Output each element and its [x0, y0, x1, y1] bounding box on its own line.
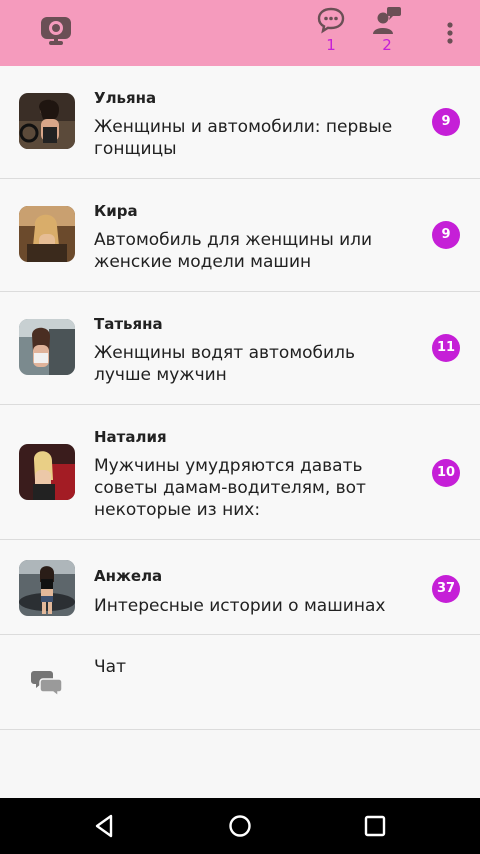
- contact-name: Наталия: [94, 428, 167, 446]
- back-icon[interactable]: [91, 812, 119, 840]
- message-preview: Автомобиль для женщины или женские модел…: [94, 230, 373, 272]
- contacts-count: 2: [382, 36, 392, 54]
- messages-button[interactable]: 1: [313, 6, 349, 62]
- message-preview: Женщины водят автомобиль лучше мужчин: [94, 343, 355, 385]
- conversation-list: Ульяна Женщины и автомобили: первые гонщ…: [0, 66, 480, 730]
- unread-badge: 37: [432, 575, 460, 603]
- avatar: [19, 93, 75, 149]
- recents-icon[interactable]: [361, 812, 389, 840]
- list-item[interactable]: Наталия Мужчины умудряются давать советы…: [0, 405, 480, 540]
- webcam-logo-icon[interactable]: [38, 14, 74, 50]
- chat-bubble-icon: [317, 7, 345, 34]
- contacts-icon: [373, 7, 401, 34]
- message-preview: Мужчины умудряются давать советы дамам-в…: [94, 456, 366, 520]
- message-preview: Женщины и автомобили: первые гонщицы: [94, 117, 393, 159]
- avatar: [19, 319, 75, 375]
- avatar: [19, 444, 75, 500]
- contact-name: Кира: [94, 202, 138, 220]
- message-preview: Интересные истории о машинах: [94, 596, 386, 616]
- home-icon[interactable]: [226, 812, 254, 840]
- overflow-menu-icon[interactable]: [440, 18, 460, 48]
- list-item[interactable]: Анжела Интересные истории о машинах 37: [0, 540, 480, 635]
- chat-item[interactable]: Чат: [0, 635, 480, 730]
- system-nav-bar: [0, 798, 480, 854]
- unread-badge: 11: [432, 334, 460, 362]
- chat-label: Чат: [94, 657, 126, 677]
- chat-bubbles-icon: [31, 671, 63, 697]
- contact-name: Ульяна: [94, 89, 157, 107]
- list-item[interactable]: Кира Автомобиль для женщины или женские …: [0, 179, 480, 292]
- contact-name: Анжела: [94, 567, 163, 585]
- contacts-button[interactable]: 2: [369, 6, 405, 62]
- unread-badge: 9: [432, 108, 460, 136]
- avatar: [19, 560, 75, 616]
- messages-count: 1: [326, 36, 336, 54]
- app-bar: 1 2: [0, 0, 480, 66]
- list-item[interactable]: Ульяна Женщины и автомобили: первые гонщ…: [0, 66, 480, 179]
- unread-badge: 10: [432, 459, 460, 487]
- avatar: [19, 206, 75, 262]
- contact-name: Татьяна: [94, 315, 163, 333]
- unread-badge: 9: [432, 221, 460, 249]
- list-item[interactable]: Татьяна Женщины водят автомобиль лучше м…: [0, 292, 480, 405]
